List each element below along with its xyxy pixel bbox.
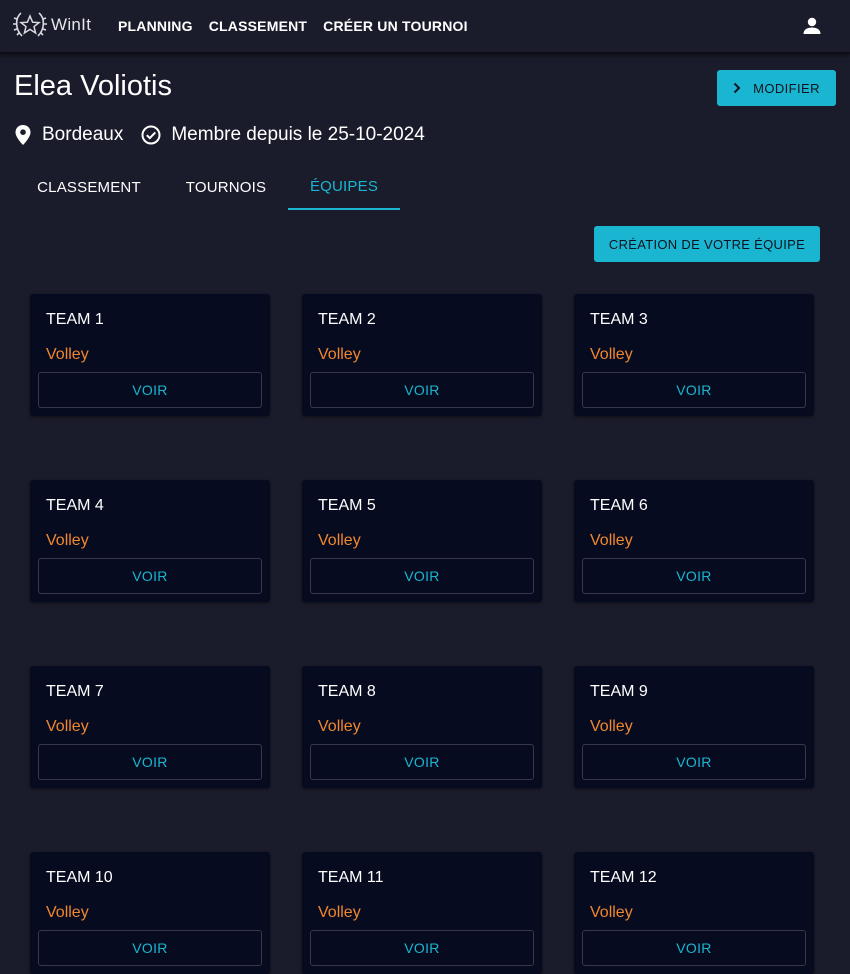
team-sport: Volley <box>318 718 361 735</box>
team-name: TEAM 2 <box>318 311 376 328</box>
view-team-button[interactable]: VOIR <box>310 558 534 594</box>
team-card: TEAM 12 Volley VOIR <box>574 852 814 974</box>
team-card: TEAM 8 Volley VOIR <box>302 666 542 788</box>
tab-equipes[interactable]: ÉQUIPES <box>288 164 400 210</box>
brand-name: WinIt <box>51 15 92 34</box>
team-card: TEAM 4 Volley VOIR <box>30 480 270 602</box>
chevron-right-icon <box>733 82 741 94</box>
view-team-button[interactable]: VOIR <box>582 372 806 408</box>
team-name: TEAM 6 <box>590 497 648 514</box>
team-sport: Volley <box>318 904 361 921</box>
team-card: TEAM 9 Volley VOIR <box>574 666 814 788</box>
team-card: TEAM 6 Volley VOIR <box>574 480 814 602</box>
profile-meta: Bordeaux Membre depuis le 25-10-2024 <box>14 122 425 148</box>
team-sport: Volley <box>318 346 361 363</box>
nav-planning[interactable]: PLANNING <box>118 18 193 34</box>
member-since: Membre depuis le 25-10-2024 <box>171 124 425 145</box>
team-name: TEAM 3 <box>590 311 648 328</box>
main-nav: PLANNING CLASSEMENT CRÉER UN TOURNOI <box>118 18 484 34</box>
location-pin-icon <box>14 124 32 146</box>
view-team-button[interactable]: VOIR <box>38 558 262 594</box>
profile-tabs: CLASSEMENT TOURNOIS ÉQUIPES <box>14 164 400 210</box>
team-name: TEAM 5 <box>318 497 376 514</box>
user-icon[interactable] <box>800 14 824 38</box>
team-name: TEAM 7 <box>46 683 104 700</box>
view-team-button[interactable]: VOIR <box>582 930 806 966</box>
team-name: TEAM 1 <box>46 311 104 328</box>
nav-create-tournament[interactable]: CRÉER UN TOURNOI <box>323 18 468 34</box>
team-name: TEAM 10 <box>46 869 113 886</box>
team-sport: Volley <box>590 346 633 363</box>
team-card: TEAM 3 Volley VOIR <box>574 294 814 416</box>
team-name: TEAM 4 <box>46 497 104 514</box>
team-card: TEAM 5 Volley VOIR <box>302 480 542 602</box>
team-name: TEAM 9 <box>590 683 648 700</box>
view-team-button[interactable]: VOIR <box>38 744 262 780</box>
team-sport: Volley <box>590 532 633 549</box>
check-circle-icon <box>141 125 161 145</box>
view-team-button[interactable]: VOIR <box>310 744 534 780</box>
view-team-button[interactable]: VOIR <box>582 744 806 780</box>
team-card: TEAM 11 Volley VOIR <box>302 852 542 974</box>
team-sport: Volley <box>590 718 633 735</box>
team-name: TEAM 12 <box>590 869 657 886</box>
team-sport: Volley <box>46 346 89 363</box>
team-card: TEAM 2 Volley VOIR <box>302 294 542 416</box>
view-team-button[interactable]: VOIR <box>38 372 262 408</box>
tab-classement[interactable]: CLASSEMENT <box>14 164 164 210</box>
brand-logo[interactable]: WinIt <box>12 8 91 42</box>
team-card: TEAM 10 Volley VOIR <box>30 852 270 974</box>
nav-classement[interactable]: CLASSEMENT <box>209 18 307 34</box>
top-app-bar: WinIt PLANNING CLASSEMENT CRÉER UN TOURN… <box>0 0 850 54</box>
view-team-button[interactable]: VOIR <box>310 372 534 408</box>
view-team-button[interactable]: VOIR <box>582 558 806 594</box>
team-sport: Volley <box>46 532 89 549</box>
team-sport: Volley <box>46 718 89 735</box>
tab-tournois[interactable]: TOURNOIS <box>164 164 288 210</box>
team-card: TEAM 1 Volley VOIR <box>30 294 270 416</box>
view-team-button[interactable]: VOIR <box>38 930 262 966</box>
team-card: TEAM 7 Volley VOIR <box>30 666 270 788</box>
laurel-star-icon <box>13 12 47 37</box>
team-name: TEAM 8 <box>318 683 376 700</box>
edit-profile-button[interactable]: MODIFIER <box>717 70 836 106</box>
profile-location: Bordeaux <box>42 124 124 145</box>
edit-profile-label: MODIFIER <box>753 80 820 96</box>
profile-name: Elea Voliotis <box>14 70 172 102</box>
team-name: TEAM 11 <box>318 869 384 886</box>
create-team-button[interactable]: CRÉATION DE VOTRE ÉQUIPE <box>594 226 820 262</box>
team-sport: Volley <box>318 532 361 549</box>
team-sport: Volley <box>590 904 633 921</box>
team-sport: Volley <box>46 904 89 921</box>
view-team-button[interactable]: VOIR <box>310 930 534 966</box>
